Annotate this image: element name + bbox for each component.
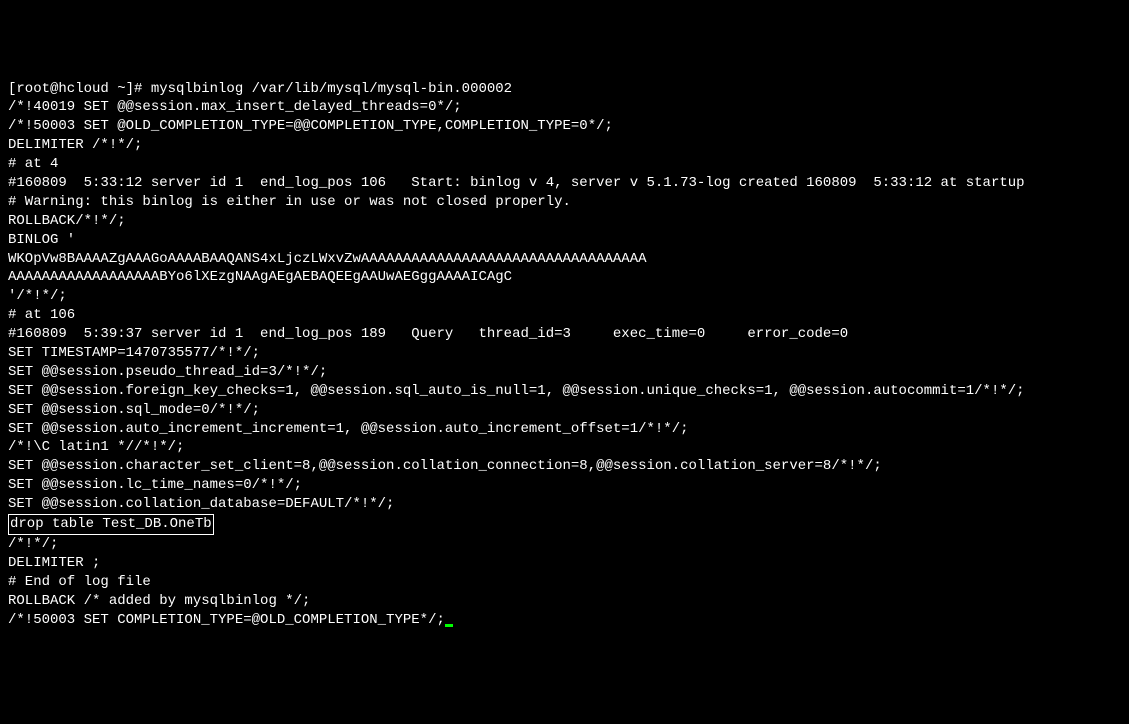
- terminal-line: DELIMITER /*!*/;: [8, 136, 1121, 155]
- terminal-line: WKOpVw8BAAAAZgAAAGoAAAABAAQANS4xLjczLWxv…: [8, 250, 1121, 269]
- last-line-text: /*!50003 SET COMPLETION_TYPE=@OLD_COMPLE…: [8, 612, 445, 628]
- highlighted-query-line: drop table Test_DB.OneTb: [8, 514, 1121, 535]
- terminal-line: ROLLBACK /* added by mysqlbinlog */;: [8, 592, 1121, 611]
- terminal-line: SET TIMESTAMP=1470735577/*!*/;: [8, 344, 1121, 363]
- terminal-line: [root@hcloud ~]# mysqlbinlog /var/lib/my…: [8, 80, 1121, 99]
- terminal-line: AAAAAAAAAAAAAAAAAABYo6lXEzgNAAgAEgAEBAQE…: [8, 268, 1121, 287]
- drop-table-statement: drop table Test_DB.OneTb: [8, 514, 214, 535]
- cursor-icon: [445, 624, 453, 627]
- terminal-line: /*!50003 SET COMPLETION_TYPE=@OLD_COMPLE…: [8, 611, 1121, 630]
- terminal-line: #160809 5:33:12 server id 1 end_log_pos …: [8, 174, 1121, 193]
- terminal-line: BINLOG ': [8, 231, 1121, 250]
- terminal-line: SET @@session.character_set_client=8,@@s…: [8, 457, 1121, 476]
- terminal-line: # at 4: [8, 155, 1121, 174]
- terminal-line: SET @@session.auto_increment_increment=1…: [8, 420, 1121, 439]
- terminal-line: ROLLBACK/*!*/;: [8, 212, 1121, 231]
- terminal-line: /*!40019 SET @@session.max_insert_delaye…: [8, 98, 1121, 117]
- terminal-line: SET @@session.collation_database=DEFAULT…: [8, 495, 1121, 514]
- terminal-line: /*!\C latin1 *//*!*/;: [8, 438, 1121, 457]
- terminal-line: SET @@session.lc_time_names=0/*!*/;: [8, 476, 1121, 495]
- terminal-line: #160809 5:39:37 server id 1 end_log_pos …: [8, 325, 1121, 344]
- terminal-line: SET @@session.pseudo_thread_id=3/*!*/;: [8, 363, 1121, 382]
- terminal-line: # Warning: this binlog is either in use …: [8, 193, 1121, 212]
- terminal-line: /*!*/;: [8, 535, 1121, 554]
- terminal-line: SET @@session.foreign_key_checks=1, @@se…: [8, 382, 1121, 401]
- terminal-line: '/*!*/;: [8, 287, 1121, 306]
- terminal-output[interactable]: [root@hcloud ~]# mysqlbinlog /var/lib/my…: [8, 80, 1121, 630]
- terminal-line: SET @@session.sql_mode=0/*!*/;: [8, 401, 1121, 420]
- terminal-line: # at 106: [8, 306, 1121, 325]
- terminal-line: /*!50003 SET @OLD_COMPLETION_TYPE=@@COMP…: [8, 117, 1121, 136]
- terminal-line: # End of log file: [8, 573, 1121, 592]
- terminal-line: DELIMITER ;: [8, 554, 1121, 573]
